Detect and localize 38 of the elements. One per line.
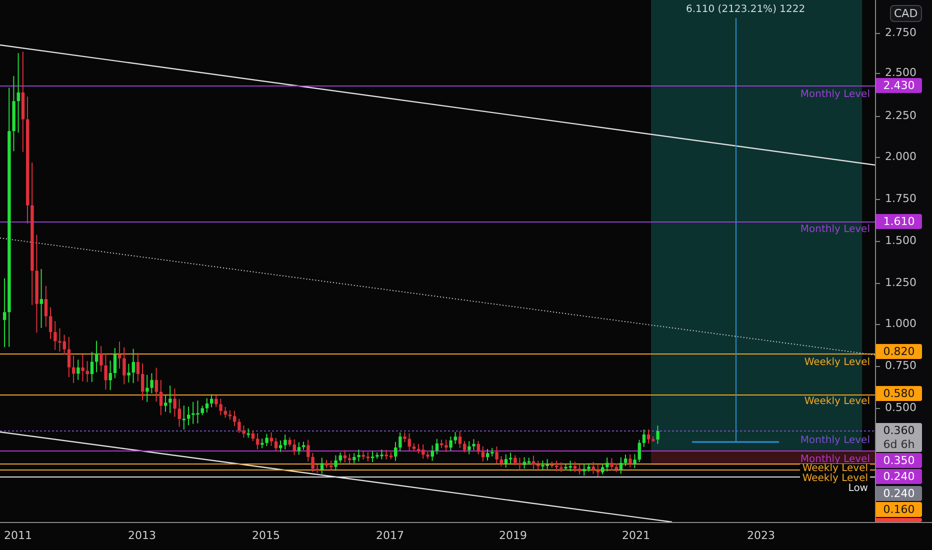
time-tick: 2019 — [499, 529, 527, 542]
price-label: 2.430 — [876, 78, 922, 93]
price-label: 0.240 — [876, 469, 922, 484]
price-label: 0.580 — [876, 386, 922, 401]
price-tick: 2.500 — [876, 67, 916, 79]
measurement-label: 6.110 (2123.21%) 1222 — [686, 4, 806, 15]
price-tick: 1.750 — [876, 193, 916, 205]
level-label: Monthly Level — [800, 436, 870, 446]
price-label: 0.360 6d 6h — [876, 423, 922, 452]
level-label: Low — [846, 484, 870, 494]
price-label — [876, 518, 922, 522]
time-tick: 2011 — [4, 529, 32, 542]
level-label: Weekly Level — [804, 397, 870, 407]
price-tick: 0.500 — [876, 402, 916, 414]
time-tick: 2015 — [252, 529, 280, 542]
time-tick: 2017 — [376, 529, 404, 542]
level-label: Monthly Level — [800, 455, 870, 465]
price-tick: 1.500 — [876, 235, 916, 247]
price-tick: 2.750 — [876, 27, 916, 39]
price-tick: 1.000 — [876, 318, 916, 330]
price-tick: 2.000 — [876, 151, 916, 163]
level-label: Weekly Level — [800, 474, 870, 484]
price-label: 0.160 — [876, 502, 922, 517]
price-label: 0.820 — [876, 344, 922, 359]
level-label: Weekly Level — [800, 464, 870, 474]
level-label: Weekly Level — [804, 358, 870, 368]
price-label: 0.350 — [876, 453, 922, 468]
currency-button[interactable]: CAD — [890, 5, 922, 22]
time-tick: 2021 — [622, 529, 650, 542]
level-label: Monthly Level — [800, 225, 870, 235]
price-tick: 1.250 — [876, 277, 916, 289]
price-tick: 2.250 — [876, 110, 916, 122]
price-label: 1.610 — [876, 214, 922, 229]
price-label: 0.240 — [876, 486, 922, 501]
time-tick: 2013 — [128, 529, 156, 542]
time-tick: 2023 — [747, 529, 775, 542]
level-label: Monthly Level — [800, 90, 870, 100]
price-tick: 0.750 — [876, 360, 916, 372]
